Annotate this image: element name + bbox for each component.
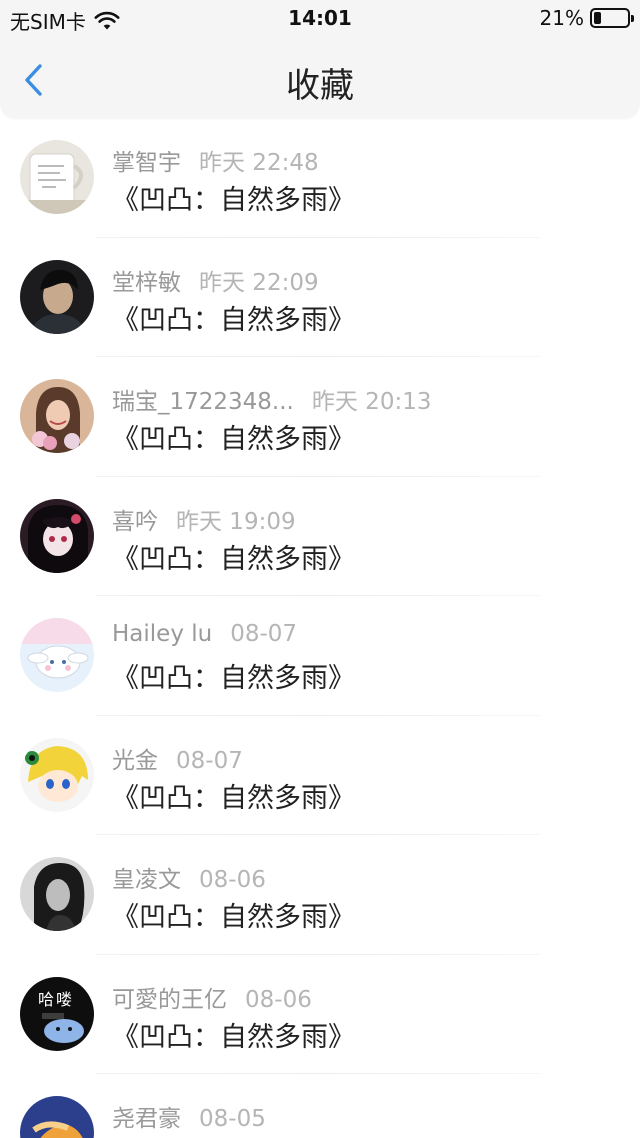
list-item[interactable]: 光金 08-07 《凹凸：自然多雨》 <box>0 716 640 835</box>
avatar[interactable]: 哈喽 <box>20 976 94 1051</box>
page-title: 收藏 <box>286 66 354 106</box>
user-name[interactable]: 瑞宝_1722348... <box>112 389 294 415</box>
list-item[interactable]: 掌智宇 昨天 22:48 《凹凸：自然多雨》 <box>0 118 640 238</box>
list-item[interactable]: 堂梓敏 昨天 22:09 《凹凸：自然多雨》 <box>0 238 640 357</box>
item-meta: 光金 08-07 <box>112 741 243 775</box>
favorite-title: 《凹凸：自然多雨》 <box>112 782 355 814</box>
item-meta: 尧君豪 08-05 <box>112 1099 266 1133</box>
status-bar: 无SIM卡 14:01 21% <box>0 0 640 36</box>
list-item[interactable]: 喜吟 昨天 19:09 《凹凸：自然多雨》 <box>0 477 640 596</box>
favorites-list: 掌智宇 昨天 22:48 《凹凸：自然多雨》 堂梓敏 昨天 22:09 《凹凸：自然多雨》… <box>0 118 640 1138</box>
avatar[interactable] <box>20 140 94 214</box>
avatar[interactable] <box>20 618 94 692</box>
timestamp: 昨天 19:09 <box>176 508 296 535</box>
item-meta: 掌智宇 昨天 22:48 <box>112 143 319 177</box>
timestamp: 昨天 20:13 <box>311 389 432 415</box>
user-name[interactable]: 光金 <box>112 748 158 774</box>
timestamp: 昨天 22:09 <box>199 269 319 296</box>
avatar[interactable] <box>20 1096 94 1138</box>
avatar[interactable] <box>20 379 94 453</box>
navigation-bar: 收藏 <box>0 36 640 118</box>
list-item[interactable]: 皇凌文 08-06 《凹凸：自然多雨》 <box>0 835 640 955</box>
user-name[interactable]: 尧君豪 <box>112 1106 181 1132</box>
item-meta: 堂梓敏 昨天 22:09 <box>112 263 319 297</box>
favorite-title: 《凹凸：自然多雨》 <box>112 424 355 455</box>
item-meta: 皇凌文 08-06 <box>112 860 266 894</box>
timestamp: 昨天 22:48 <box>199 150 319 176</box>
user-name[interactable]: 掌智宇 <box>112 150 181 176</box>
favorite-title: 《凹凸：自然多雨》 <box>112 1021 355 1053</box>
user-name[interactable]: 皇凌文 <box>112 867 181 893</box>
timestamp: 08-07 <box>230 621 298 647</box>
item-meta: 喜吟 昨天 19:09 <box>112 502 296 536</box>
favorite-title: 《凹凸：自然多雨》 <box>112 1134 355 1138</box>
item-meta: Hailey lu 08-07 <box>112 621 297 647</box>
timestamp: 08-05 <box>199 1106 266 1132</box>
user-name[interactable]: Hailey lu <box>112 621 212 647</box>
favorite-title: 《凹凸：自然多雨》 <box>112 902 355 933</box>
favorite-title: 《凹凸：自然多雨》 <box>112 543 355 575</box>
battery-level <box>594 12 601 24</box>
avatar[interactable] <box>20 498 94 573</box>
list-item[interactable]: Hailey lu 08-07 《凹凸：自然多雨》 <box>0 596 640 716</box>
svg-text:哈: 哈 <box>38 990 54 1009</box>
favorite-title: 《凹凸：自然多雨》 <box>112 663 355 694</box>
avatar[interactable] <box>20 857 94 931</box>
battery-group: 21% <box>539 6 634 30</box>
user-name[interactable]: 堂梓敏 <box>112 270 181 296</box>
favorite-title: 《凹凸：自然多雨》 <box>112 185 355 216</box>
list-item[interactable]: 瑞宝_1722348... 昨天 20:13 《凹凸：自然多雨》 <box>0 357 640 477</box>
list-item[interactable]: 哈喽可愛的王亿 08-06 《凹凸：自然多雨》 <box>0 955 640 1074</box>
avatar[interactable] <box>20 737 94 812</box>
svg-text:喽: 喽 <box>56 990 72 1009</box>
battery-icon <box>590 8 634 28</box>
timestamp: 08-06 <box>245 986 312 1013</box>
user-name[interactable]: 喜吟 <box>112 509 158 535</box>
list-item[interactable]: 尧君豪 08-05 《凹凸：自然多雨》 <box>0 1074 640 1138</box>
item-meta: 瑞宝_1722348... 昨天 20:13 <box>112 382 431 416</box>
avatar[interactable] <box>20 259 94 334</box>
favorite-title: 《凹凸：自然多雨》 <box>112 304 355 336</box>
battery-percent: 21% <box>539 6 584 30</box>
item-meta: 可愛的王亿 08-06 <box>112 980 312 1014</box>
timestamp: 08-07 <box>176 747 243 774</box>
timestamp: 08-06 <box>199 867 266 893</box>
user-name[interactable]: 可愛的王亿 <box>112 987 227 1013</box>
